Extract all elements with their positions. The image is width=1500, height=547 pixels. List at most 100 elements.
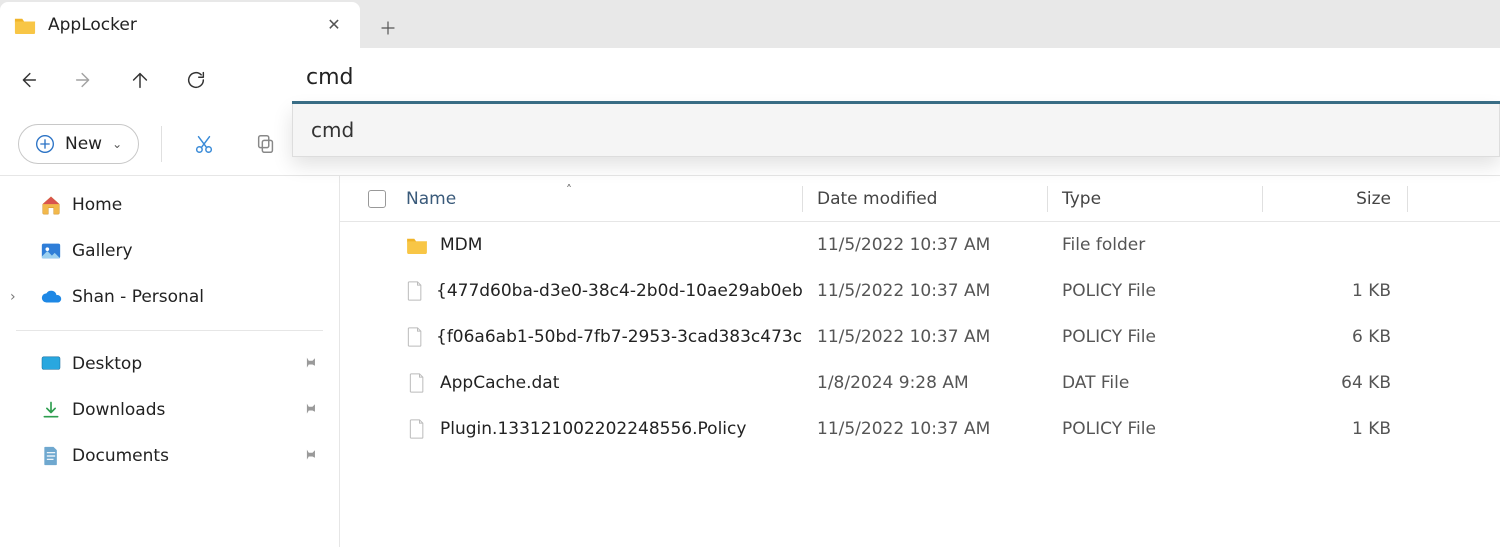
sidebar-item-label: Downloads [72, 400, 165, 420]
desktop-icon [40, 354, 62, 374]
file-list-pane: Name ˄ Date modified Type Size MDM 11/5/2… [340, 176, 1500, 547]
column-header-size[interactable]: Size [1277, 189, 1407, 209]
file-row[interactable]: MDM 11/5/2022 10:37 AM File folder [340, 222, 1500, 268]
sidebar-item-desktop[interactable]: Desktop [0, 341, 339, 387]
column-header-label: Date modified [817, 189, 937, 209]
file-name: {f06a6ab1-50bd-7fb7-2953-3cad383c473c}..… [436, 327, 802, 347]
column-header-type[interactable]: Type [1062, 189, 1262, 209]
tab-applocker[interactable]: AppLocker ✕ [0, 2, 360, 48]
column-header-label: Name [406, 189, 456, 209]
file-date: 1/8/2024 9:28 AM [817, 373, 1047, 393]
pin-icon[interactable] [303, 400, 317, 420]
sidebar-item-home[interactable]: Home [0, 182, 339, 228]
address-bar-input[interactable] [292, 54, 1500, 104]
select-all-checkbox[interactable] [368, 190, 406, 208]
sidebar-item-label: Documents [72, 446, 169, 466]
file-name-cell: {477d60ba-d3e0-38c4-2b0d-10ae29ab0eb1... [406, 280, 802, 302]
column-header-label: Type [1062, 189, 1101, 209]
spacer [1262, 232, 1263, 258]
spacer [1262, 324, 1263, 350]
spacer [1047, 370, 1048, 396]
pin-icon[interactable] [303, 354, 317, 374]
file-row[interactable]: {f06a6ab1-50bd-7fb7-2953-3cad383c473c}..… [340, 314, 1500, 360]
file-row[interactable]: {477d60ba-d3e0-38c4-2b0d-10ae29ab0eb1...… [340, 268, 1500, 314]
sidebar-separator [16, 330, 323, 331]
column-separator [1047, 186, 1048, 212]
spacer [1262, 416, 1263, 442]
column-header-name[interactable]: Name ˄ [406, 189, 802, 209]
onedrive-icon [40, 287, 62, 307]
file-type: File folder [1062, 235, 1262, 255]
sidebar-item-downloads[interactable]: Downloads [0, 387, 339, 433]
file-type: POLICY File [1062, 281, 1262, 301]
navigation-pane: Home Gallery › Shan - Personal Desktop [0, 176, 340, 547]
sidebar-item-documents[interactable]: Documents [0, 433, 339, 479]
spacer [1262, 278, 1263, 304]
file-icon [406, 280, 424, 302]
file-name-cell: MDM [406, 234, 802, 256]
file-type: DAT File [1062, 373, 1262, 393]
file-date: 11/5/2022 10:37 AM [817, 235, 1047, 255]
file-size: 1 KB [1277, 281, 1407, 301]
close-tab-icon[interactable]: ✕ [322, 13, 346, 37]
spacer [1047, 416, 1048, 442]
file-date: 11/5/2022 10:37 AM [817, 281, 1047, 301]
file-name-cell: {f06a6ab1-50bd-7fb7-2953-3cad383c473c}..… [406, 326, 802, 348]
chevron-right-icon: › [10, 289, 16, 305]
back-button[interactable] [0, 52, 56, 108]
sidebar-item-gallery[interactable]: Gallery [0, 228, 339, 274]
home-icon [40, 195, 62, 215]
sidebar-item-label: Home [72, 195, 122, 215]
address-suggestion-dropdown: cmd [292, 104, 1500, 157]
gallery-icon [40, 241, 62, 261]
refresh-button[interactable] [168, 52, 224, 108]
folder-icon [14, 16, 36, 34]
navigation-toolbar: cmd [0, 48, 1500, 112]
sort-indicator-icon: ˄ [566, 183, 572, 197]
cut-button[interactable] [184, 124, 224, 164]
spacer [802, 370, 803, 396]
file-icon [406, 372, 428, 394]
file-icon [406, 418, 428, 440]
divider [161, 126, 162, 162]
up-button[interactable] [112, 52, 168, 108]
file-size: 6 KB [1277, 327, 1407, 347]
tab-title: AppLocker [48, 15, 310, 35]
file-date: 11/5/2022 10:37 AM [817, 327, 1047, 347]
spacer [1262, 370, 1263, 396]
file-size: 64 KB [1277, 373, 1407, 393]
column-header-label: Size [1356, 189, 1391, 209]
spacer [1047, 324, 1048, 350]
copy-button[interactable] [246, 124, 286, 164]
sidebar-item-onedrive[interactable]: › Shan - Personal [0, 274, 339, 320]
new-button-label: New [65, 134, 102, 154]
sidebar-item-label: Gallery [72, 241, 133, 261]
spacer [802, 278, 803, 304]
spacer [802, 416, 803, 442]
new-tab-button[interactable] [368, 8, 408, 48]
new-button[interactable]: New ⌄ [18, 124, 139, 164]
downloads-icon [40, 400, 62, 420]
forward-button[interactable] [56, 52, 112, 108]
pin-icon[interactable] [303, 446, 317, 466]
tab-bar: AppLocker ✕ [0, 0, 1500, 48]
column-separator [1262, 186, 1263, 212]
file-row[interactable]: Plugin.133121002202248556.Policy11/5/202… [340, 406, 1500, 452]
spacer [802, 324, 803, 350]
column-header-date[interactable]: Date modified [817, 189, 1047, 209]
spacer [1047, 278, 1048, 304]
file-name: AppCache.dat [440, 373, 559, 393]
file-size: 1 KB [1277, 419, 1407, 439]
sidebar-item-label: Desktop [72, 354, 142, 374]
file-type: POLICY File [1062, 419, 1262, 439]
column-separator [1407, 186, 1408, 212]
file-row[interactable]: AppCache.dat 1/8/2024 9:28 AM DAT File 64 K… [340, 360, 1500, 406]
address-suggestion-item[interactable]: cmd [293, 104, 1499, 156]
file-date: 11/5/2022 10:37 AM [817, 419, 1047, 439]
sidebar-item-label: Shan - Personal [72, 287, 204, 307]
spacer [1047, 232, 1048, 258]
documents-icon [40, 446, 62, 466]
file-type: POLICY File [1062, 327, 1262, 347]
file-name-cell: AppCache.dat [406, 372, 802, 394]
folder-icon [406, 234, 428, 256]
